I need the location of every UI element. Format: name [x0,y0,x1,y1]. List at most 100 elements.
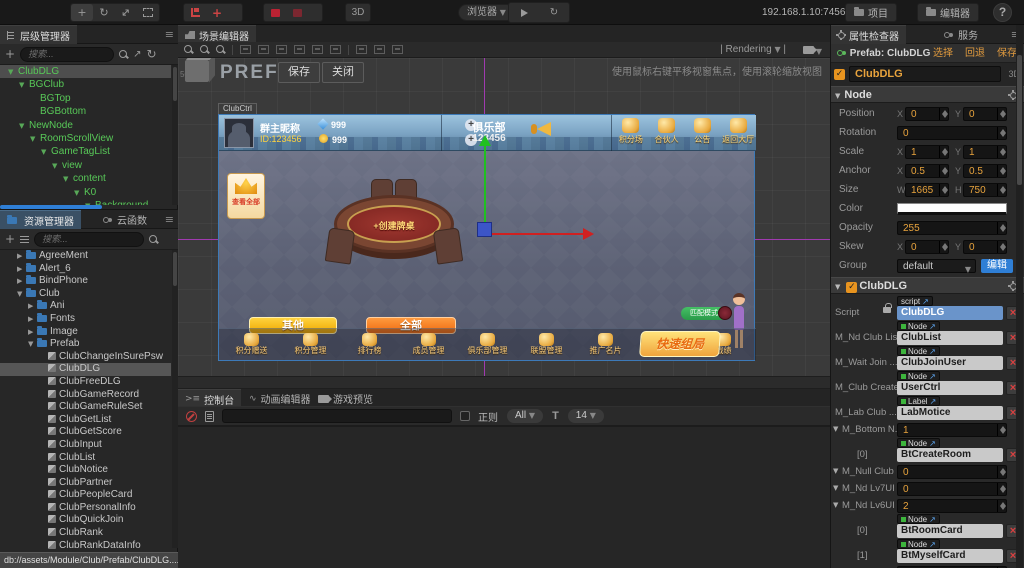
refresh-icon[interactable]: ↻ [146,47,156,61]
log-level-dropdown[interactable]: All ▼ [506,408,544,424]
external-link-icon[interactable]: ↗ [929,439,936,448]
external-link-icon[interactable]: ↗ [922,297,929,306]
number-field[interactable]: 0 [897,465,1007,479]
gizmo-x-axis[interactable] [485,233,583,235]
expand-arrow-icon[interactable] [833,425,838,433]
asset-item[interactable]: Fonts [0,313,171,326]
expand-arrow-icon[interactable] [63,173,73,186]
mode-toggle[interactable]: 匹配模式 [681,307,727,320]
group-edit-button[interactable]: 编辑 [981,259,1013,273]
position-y-field[interactable]: 0 [963,107,1007,121]
asset-item[interactable]: ClubGameRuleSet [0,401,171,414]
color-swatch[interactable] [897,203,1007,215]
hierarchy-node[interactable]: BGTop [0,92,171,105]
rect-tool-icon[interactable] [137,4,159,21]
align-bottom-icon[interactable] [276,45,287,54]
hierarchy-node[interactable]: content [0,172,171,185]
sort-icon[interactable] [20,235,29,244]
opacity-field[interactable]: 255 [897,221,1007,235]
zoom-out-icon[interactable] [184,45,193,54]
stepper[interactable] [997,184,1006,196]
asset-item[interactable]: ClubGetList [0,414,171,427]
hierarchy-node[interactable]: view [0,159,171,172]
console-log-area[interactable] [178,426,830,568]
reference-field[interactable]: UserCtrl [897,381,1003,395]
tab-services[interactable]: 服务 [937,25,985,44]
assets-search-input[interactable] [34,232,144,247]
asset-item[interactable]: Image [0,326,171,339]
3d-mode-button[interactable]: 3D [345,3,371,22]
bottom-menu-item[interactable]: 推广名片 [577,333,634,356]
size-h-field[interactable]: 750 [963,183,1007,197]
help-button[interactable]: ? [993,3,1012,22]
expand-arrow-icon[interactable] [41,146,51,159]
open-editor-button[interactable]: 编辑器 [917,3,979,22]
bottom-menu-item[interactable]: 积分赠送 [223,333,280,356]
gizmo-origin-cube[interactable] [477,222,492,237]
stepper[interactable] [939,108,948,120]
asset-item[interactable]: ClubPeopleCard [0,489,171,502]
prefab-save-button[interactable]: 保存 [278,62,320,83]
asset-item[interactable]: ClubFreeDLG [0,376,171,389]
console-filter-input[interactable] [222,409,452,423]
open-project-button[interactable]: 项目 [845,3,897,22]
stepper[interactable] [997,165,1006,177]
scale-tool-icon[interactable]: ↔ [115,4,137,21]
search-icon[interactable] [119,50,128,59]
hierarchy-node[interactable]: ClubDLG [0,65,171,78]
avatar[interactable] [224,118,254,148]
anchor-y-field[interactable]: 0.5 [963,164,1007,178]
component-enabled-checkbox[interactable]: ✓ [846,282,857,293]
align-right-icon[interactable] [330,45,341,54]
create-node-icon[interactable]: + [5,47,15,61]
megaphone-icon[interactable] [537,122,551,136]
scale-x-field[interactable]: 1 [905,145,949,159]
external-link-icon[interactable]: ↗ [929,515,936,524]
asset-item[interactable]: ClubQuickJoin [0,514,171,527]
header-menu-item[interactable]: 公告 [685,117,721,151]
asset-item[interactable]: ClubGameRecord [0,389,171,402]
asset-item[interactable]: ClubPersonalInfo [0,502,171,515]
external-link-icon[interactable]: ↗ [930,397,937,406]
panel-menu-icon[interactable]: ≡ [165,213,174,226]
add-node-icon[interactable]: + [206,4,228,21]
asset-item[interactable]: ClubPartner [0,477,171,490]
expand-arrow-icon[interactable] [28,338,37,351]
tab-inspector[interactable]: 属性检查器 [831,25,906,44]
distribute-grid-icon[interactable] [392,45,403,54]
anchor-x-field[interactable]: 0.5 [905,164,949,178]
align-left-icon[interactable] [294,45,305,54]
asset-item[interactable]: Club [0,288,171,301]
local-coord-icon[interactable] [264,4,286,21]
hierarchy-node[interactable]: BGBottom [0,105,171,118]
move-tool-icon[interactable]: + [71,4,93,21]
expand-arrow-icon[interactable] [52,160,62,173]
stepper[interactable] [997,466,1006,478]
preview-target-dropdown[interactable]: 浏览器 ▼ [458,4,515,21]
reference-field[interactable]: LabMotice [897,406,1003,420]
align-vcenter-icon[interactable] [258,45,269,54]
expand-arrow-icon[interactable] [833,467,838,475]
position-x-field[interactable]: 0 [905,107,949,121]
refresh-icon[interactable]: ↻ [539,3,569,22]
tab-hierarchy[interactable]: 层级管理器 [0,25,77,44]
asset-item[interactable]: Prefab [0,338,171,351]
stepper[interactable] [939,184,948,196]
asset-item[interactable]: AgreeMent [0,250,171,263]
size-w-field[interactable]: 1665 [905,183,949,197]
stepper[interactable] [997,146,1006,158]
node-gizmo-tag[interactable]: ClubCtrl [218,103,257,114]
group-select[interactable]: default▼ [897,259,976,273]
asset-item[interactable]: BindPhone [0,275,171,288]
quick-match-button[interactable]: 快速组局 [639,331,721,357]
expand-arrow-icon[interactable] [28,300,37,313]
asset-item[interactable]: ClubRank [0,527,171,540]
external-link-icon[interactable]: ↗ [929,322,936,331]
log-file-icon[interactable] [205,411,214,422]
hierarchy-node[interactable]: GameTagList [0,145,171,158]
expand-arrow-icon[interactable] [17,263,26,276]
stepper[interactable] [939,241,948,253]
expand-arrow-icon[interactable] [833,484,838,492]
tab-assets[interactable]: 资源管理器 [0,210,81,229]
distribute-v-icon[interactable] [374,45,385,54]
